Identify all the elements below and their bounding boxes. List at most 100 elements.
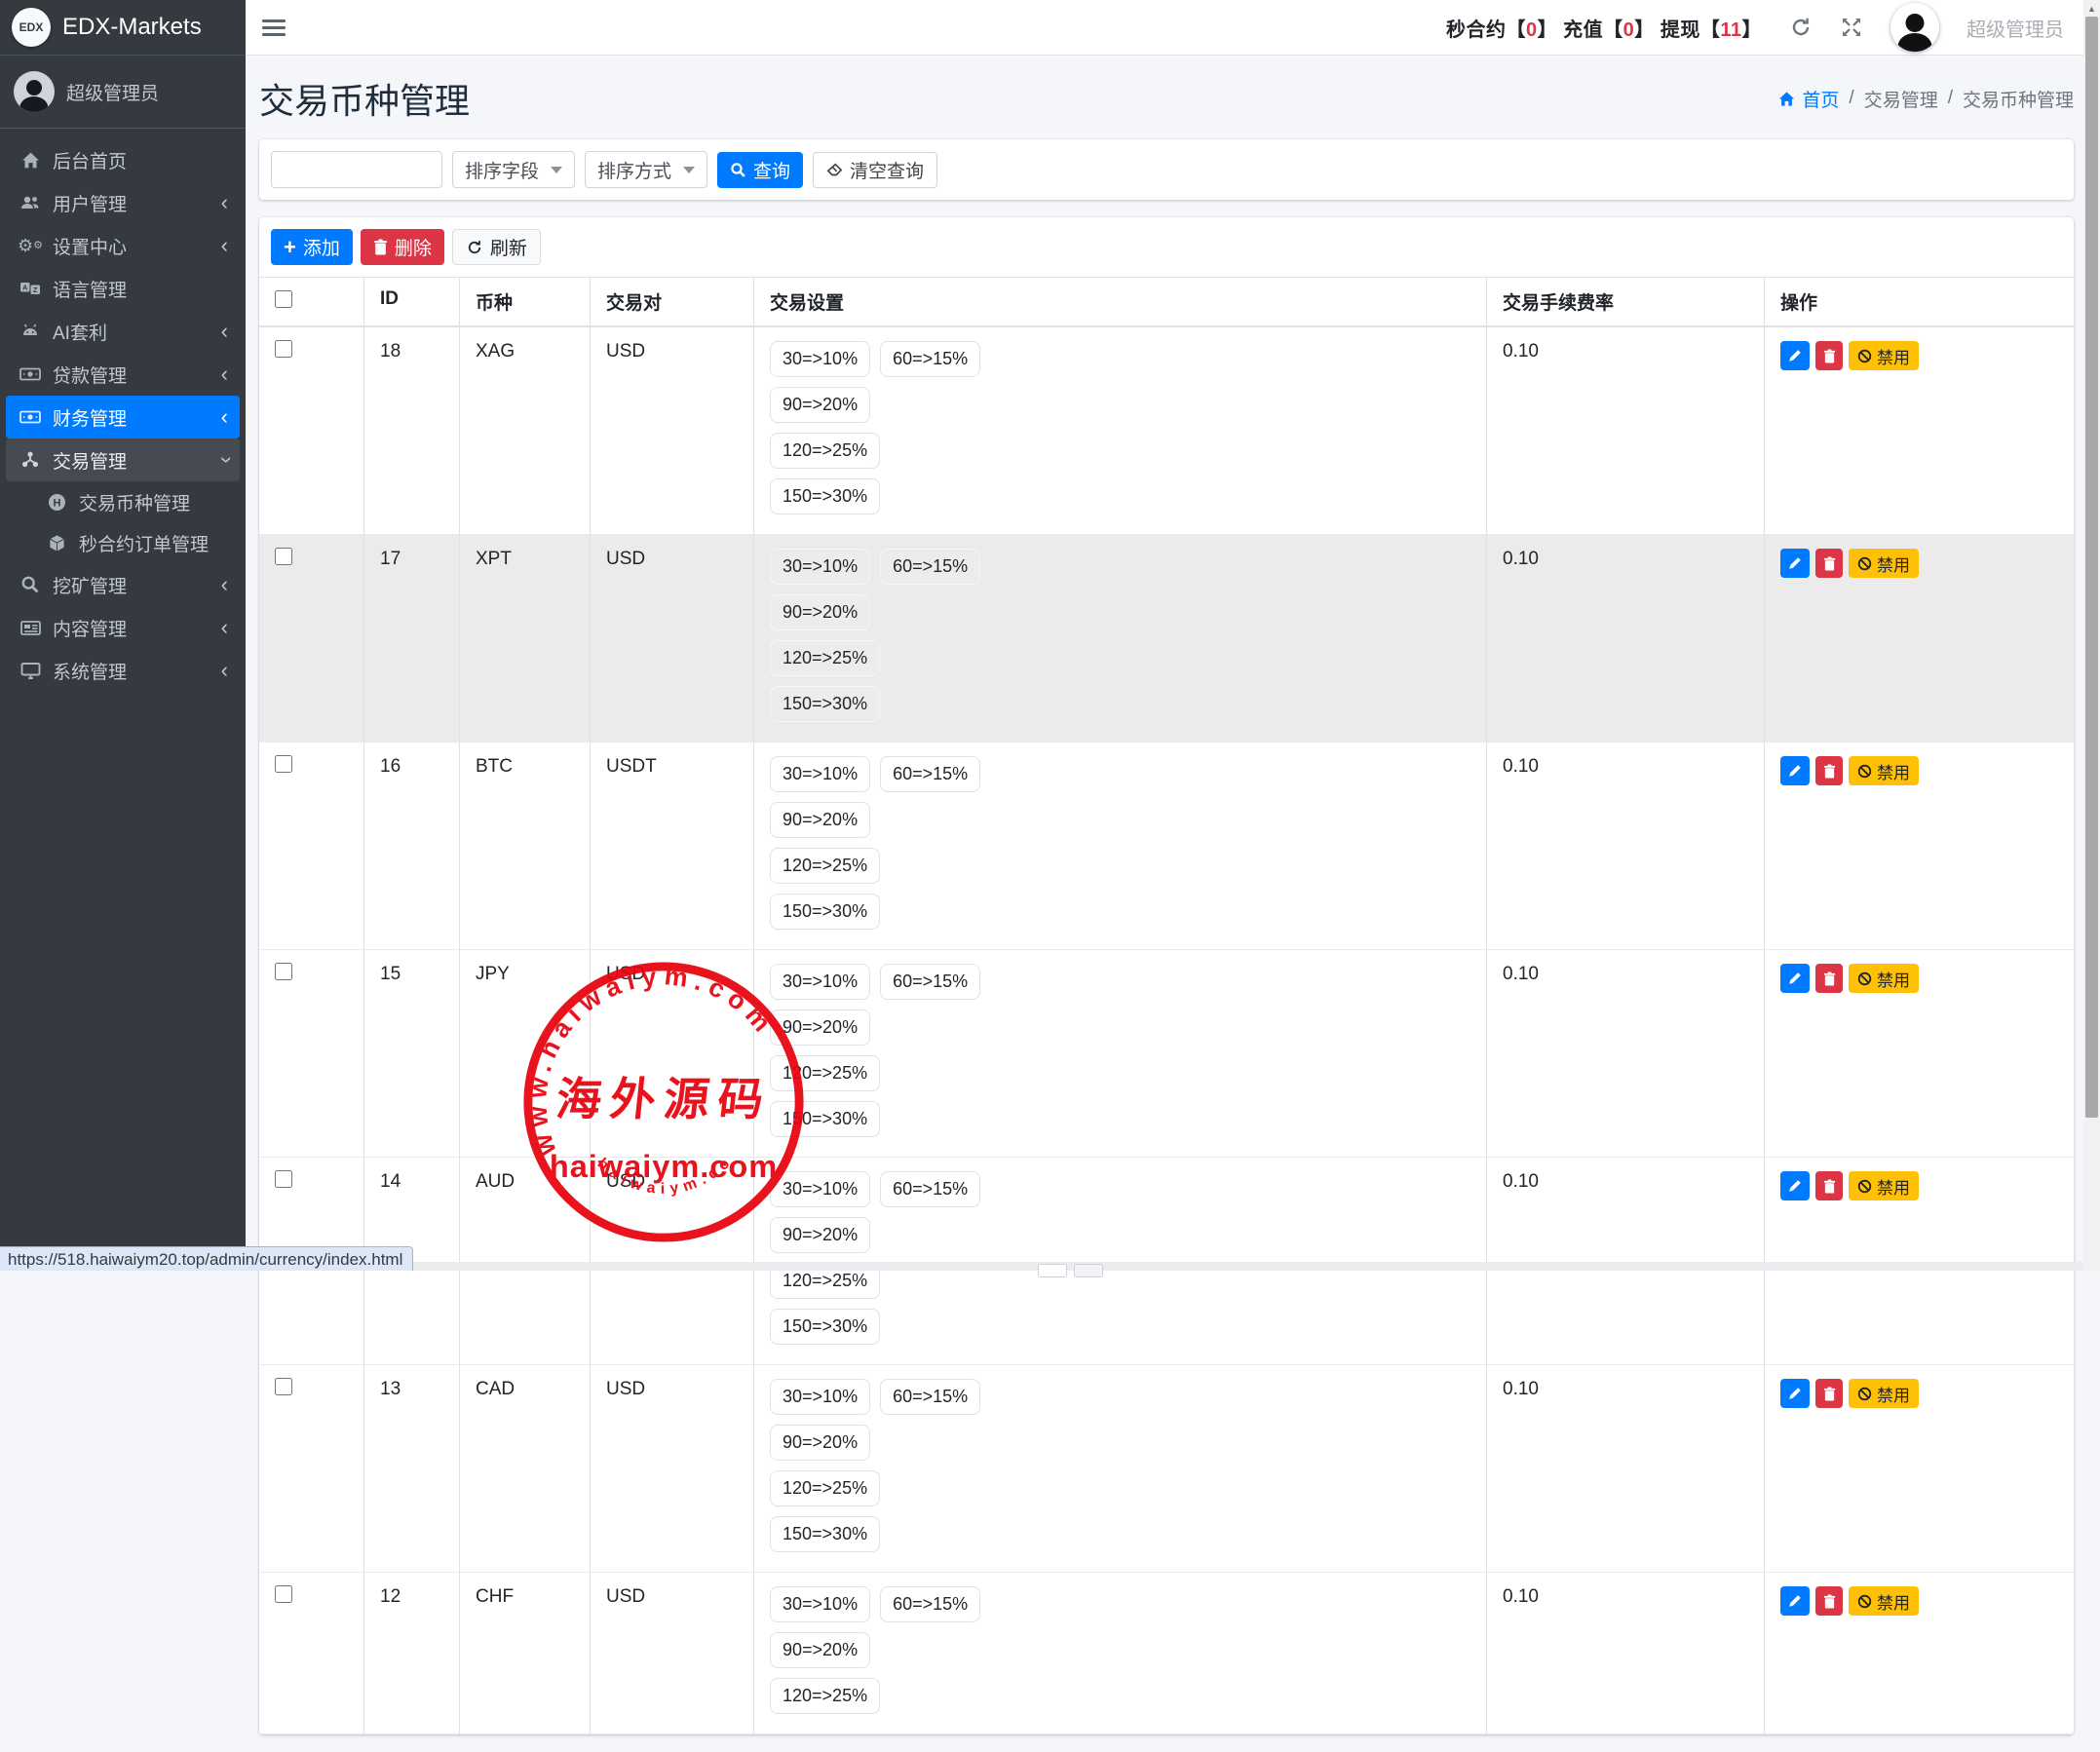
trade-setting-chip[interactable]: 90=>20% — [770, 594, 870, 630]
user-avatar[interactable] — [1890, 3, 1939, 52]
sort-order-select[interactable]: 排序方式 — [585, 151, 707, 188]
sidebar-item-label: 内容管理 — [53, 615, 127, 641]
trade-setting-chip[interactable]: 150=>30% — [770, 686, 880, 722]
trade-setting-chip[interactable]: 60=>15% — [880, 964, 980, 1000]
delete-row-button[interactable] — [1815, 756, 1843, 785]
trade-setting-chip[interactable]: 150=>30% — [770, 1516, 880, 1552]
sidebar-item-contract-orders[interactable]: 秒合约订单管理 — [6, 522, 240, 563]
trade-setting-chip[interactable]: 60=>15% — [880, 549, 980, 585]
delete-row-button[interactable] — [1815, 1171, 1843, 1200]
search-button[interactable]: 查询 — [717, 152, 803, 188]
row-checkbox[interactable] — [275, 963, 292, 980]
breadcrumb-home-link[interactable]: 首页 — [1777, 86, 1839, 112]
delete-row-button[interactable] — [1815, 964, 1843, 993]
delete-button[interactable]: 删除 — [361, 229, 444, 265]
trade-setting-chip[interactable]: 30=>10% — [770, 1171, 870, 1207]
row-checkbox[interactable] — [275, 1378, 292, 1395]
trade-setting-chip[interactable]: 90=>20% — [770, 1425, 870, 1461]
trade-setting-chip[interactable]: 60=>15% — [880, 1171, 980, 1207]
fullscreen-icon[interactable] — [1840, 16, 1863, 39]
trade-setting-chip[interactable]: 120=>25% — [770, 640, 880, 676]
chevron-left-icon: ‹ — [221, 574, 228, 595]
row-checkbox[interactable] — [275, 1170, 292, 1188]
sidebar-item-dashboard[interactable]: 后台首页 — [6, 138, 240, 181]
sidebar-item-content[interactable]: 内容管理 ‹ — [6, 606, 240, 649]
sidebar-item-settings[interactable]: ⚙⚙ 设置中心 ‹ — [6, 224, 240, 267]
disable-button[interactable]: 禁用 — [1849, 756, 1919, 785]
trade-setting-chip[interactable]: 90=>20% — [770, 802, 870, 838]
sidebar-user-panel[interactable]: 超级管理员 — [0, 56, 246, 129]
ban-icon — [1857, 1387, 1872, 1401]
trade-setting-chip[interactable]: 150=>30% — [770, 894, 880, 930]
trade-setting-chip[interactable]: 150=>30% — [770, 478, 880, 514]
edit-button[interactable] — [1780, 1171, 1810, 1200]
trade-setting-chip[interactable]: 150=>30% — [770, 1101, 880, 1137]
disable-button[interactable]: 禁用 — [1849, 1171, 1919, 1200]
trade-setting-chip[interactable]: 60=>15% — [880, 756, 980, 792]
sidebar-item-trade[interactable]: 交易管理 ‹ — [6, 438, 240, 481]
sidebar-item-currency-manage[interactable]: H 交易币种管理 — [6, 481, 240, 522]
refresh-button[interactable]: 刷新 — [452, 229, 541, 265]
sidebar-item-system[interactable]: 系统管理 ‹ — [6, 649, 240, 692]
sidebar-item-language[interactable]: AZ 语言管理 — [6, 267, 240, 310]
select-all-checkbox[interactable] — [275, 290, 292, 308]
sidebar-item-loans[interactable]: 贷款管理 ‹ — [6, 353, 240, 396]
trade-setting-chip[interactable]: 90=>20% — [770, 1009, 870, 1046]
trade-setting-chip[interactable]: 120=>25% — [770, 1055, 880, 1091]
edit-button[interactable] — [1780, 549, 1810, 578]
ban-icon — [1857, 764, 1872, 779]
trade-setting-chip[interactable]: 30=>10% — [770, 341, 870, 377]
delete-row-button[interactable] — [1815, 549, 1843, 578]
delete-row-button[interactable] — [1815, 1379, 1843, 1408]
trade-setting-chip[interactable]: 150=>30% — [770, 1309, 880, 1345]
row-checkbox[interactable] — [275, 1585, 292, 1603]
row-checkbox[interactable] — [275, 755, 292, 773]
trade-setting-chip[interactable]: 90=>20% — [770, 1632, 870, 1668]
delete-row-button[interactable] — [1815, 1586, 1843, 1616]
disable-button[interactable]: 禁用 — [1849, 1586, 1919, 1616]
sidebar-item-finance[interactable]: 财务管理 ‹ — [6, 396, 240, 438]
sidebar-item-label: 秒合约订单管理 — [79, 530, 209, 556]
trade-setting-chip[interactable]: 90=>20% — [770, 1217, 870, 1253]
edit-button[interactable] — [1780, 756, 1810, 785]
trade-setting-chip[interactable]: 120=>25% — [770, 848, 880, 884]
add-button[interactable]: + 添加 — [271, 229, 353, 265]
sidebar-item-mining[interactable]: 挖矿管理 ‹ — [6, 563, 240, 606]
sort-field-select[interactable]: 排序字段 — [452, 151, 575, 188]
disable-button[interactable]: 禁用 — [1849, 341, 1919, 370]
trade-setting-chip[interactable]: 120=>25% — [770, 1678, 880, 1714]
edit-button[interactable] — [1780, 341, 1810, 370]
disable-button[interactable]: 禁用 — [1849, 964, 1919, 993]
delete-row-button[interactable] — [1815, 341, 1843, 370]
trade-setting-chip[interactable]: 120=>25% — [770, 1470, 880, 1506]
trade-setting-chip[interactable]: 60=>15% — [880, 1379, 980, 1415]
trade-setting-chip[interactable]: 60=>15% — [880, 341, 980, 377]
trade-setting-chip[interactable]: 30=>10% — [770, 549, 870, 585]
refresh-icon[interactable] — [1789, 16, 1813, 39]
disable-button[interactable]: 禁用 — [1849, 1379, 1919, 1408]
edit-button[interactable] — [1780, 1586, 1810, 1616]
brand[interactable]: EDX EDX-Markets — [0, 0, 246, 56]
trade-setting-chip[interactable]: 30=>10% — [770, 1379, 870, 1415]
trade-setting-chip[interactable]: 120=>25% — [770, 433, 880, 469]
trade-setting-chip[interactable]: 60=>15% — [880, 1586, 980, 1622]
sidebar-item-users[interactable]: 用户管理 ‹ — [6, 181, 240, 224]
scrollbar-thumb[interactable] — [2085, 17, 2098, 1118]
trade-setting-chip[interactable]: 30=>10% — [770, 964, 870, 1000]
disable-button[interactable]: 禁用 — [1849, 549, 1919, 578]
sidebar-item-ai[interactable]: AI套利 ‹ — [6, 310, 240, 353]
search-input[interactable] — [271, 151, 442, 188]
trade-setting-chip[interactable]: 30=>10% — [770, 756, 870, 792]
vertical-scrollbar[interactable]: ▲ — [2083, 0, 2100, 1271]
trade-setting-chip[interactable]: 30=>10% — [770, 1586, 870, 1622]
chevron-left-icon: ‹ — [221, 192, 228, 213]
trade-setting-chip[interactable]: 90=>20% — [770, 387, 870, 423]
row-checkbox[interactable] — [275, 548, 292, 565]
edit-button[interactable] — [1780, 964, 1810, 993]
scroll-up-arrow-icon[interactable]: ▲ — [2083, 0, 2100, 17]
navbar-username[interactable]: 超级管理员 — [1966, 14, 2064, 42]
edit-button[interactable] — [1780, 1379, 1810, 1408]
clear-search-button[interactable]: 清空查询 — [813, 152, 937, 188]
hamburger-menu-icon[interactable] — [262, 16, 286, 40]
row-checkbox[interactable] — [275, 340, 292, 358]
